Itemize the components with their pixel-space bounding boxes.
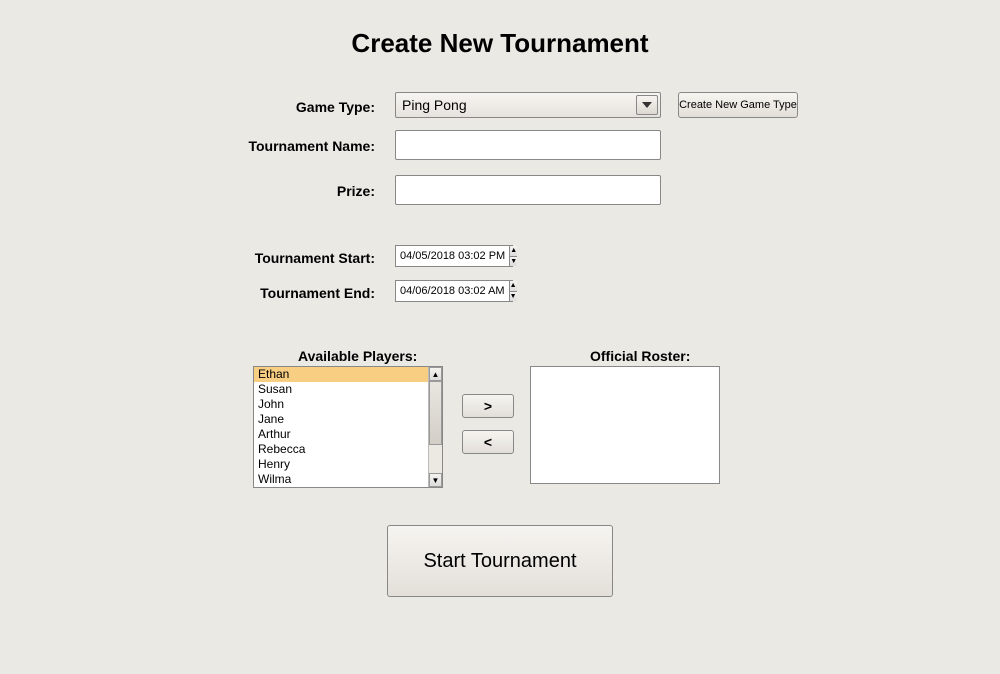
list-item[interactable]: Jane bbox=[254, 412, 428, 427]
spinner-up-icon[interactable]: ▲ bbox=[510, 246, 517, 256]
scroll-thumb[interactable] bbox=[429, 381, 442, 445]
scroll-down-icon[interactable]: ▼ bbox=[429, 473, 442, 487]
label-game-type: Game Type: bbox=[200, 99, 375, 115]
label-tournament-end: Tournament End: bbox=[200, 285, 375, 301]
scroll-up-icon[interactable]: ▲ bbox=[429, 367, 442, 381]
tournament-start-value: 04/05/2018 03:02 PM bbox=[396, 250, 509, 262]
list-item[interactable]: Henry bbox=[254, 457, 428, 472]
label-tournament-start: Tournament Start: bbox=[200, 250, 375, 266]
tournament-name-input[interactable] bbox=[395, 130, 661, 160]
label-available-players: Available Players: bbox=[298, 348, 417, 364]
list-item[interactable]: Wilma bbox=[254, 472, 428, 487]
spinner-up-icon[interactable]: ▲ bbox=[510, 281, 517, 291]
list-item[interactable]: Rebecca bbox=[254, 442, 428, 457]
spinner-down-icon[interactable]: ▼ bbox=[510, 256, 517, 267]
label-official-roster: Official Roster: bbox=[590, 348, 690, 364]
scrollbar[interactable]: ▲ ▼ bbox=[428, 367, 442, 487]
tournament-end-spinner[interactable]: 04/06/2018 03:02 AM ▲ ▼ bbox=[395, 280, 513, 302]
chevron-down-icon[interactable] bbox=[636, 95, 658, 115]
spinner-down-icon[interactable]: ▼ bbox=[510, 291, 517, 302]
list-item[interactable]: Ethan bbox=[254, 367, 428, 382]
list-item[interactable]: Arthur bbox=[254, 427, 428, 442]
label-tournament-name: Tournament Name: bbox=[200, 138, 375, 154]
list-item[interactable]: Susan bbox=[254, 382, 428, 397]
game-type-dropdown[interactable]: Ping Pong bbox=[395, 92, 661, 118]
tournament-end-value: 04/06/2018 03:02 AM bbox=[396, 285, 509, 297]
game-type-selected: Ping Pong bbox=[402, 97, 467, 113]
tournament-start-spinner[interactable]: 04/05/2018 03:02 PM ▲ ▼ bbox=[395, 245, 513, 267]
page-title: Create New Tournament bbox=[0, 28, 1000, 59]
list-item[interactable]: John bbox=[254, 397, 428, 412]
prize-input[interactable] bbox=[395, 175, 661, 205]
move-left-button[interactable]: < bbox=[462, 430, 514, 454]
official-roster-list[interactable] bbox=[530, 366, 720, 484]
create-game-type-button[interactable]: Create New Game Type bbox=[678, 92, 798, 118]
available-players-list[interactable]: EthanSusanJohnJaneArthurRebeccaHenryWilm… bbox=[253, 366, 443, 488]
label-prize: Prize: bbox=[200, 183, 375, 199]
move-right-button[interactable]: > bbox=[462, 394, 514, 418]
start-tournament-button[interactable]: Start Tournament bbox=[387, 525, 613, 597]
